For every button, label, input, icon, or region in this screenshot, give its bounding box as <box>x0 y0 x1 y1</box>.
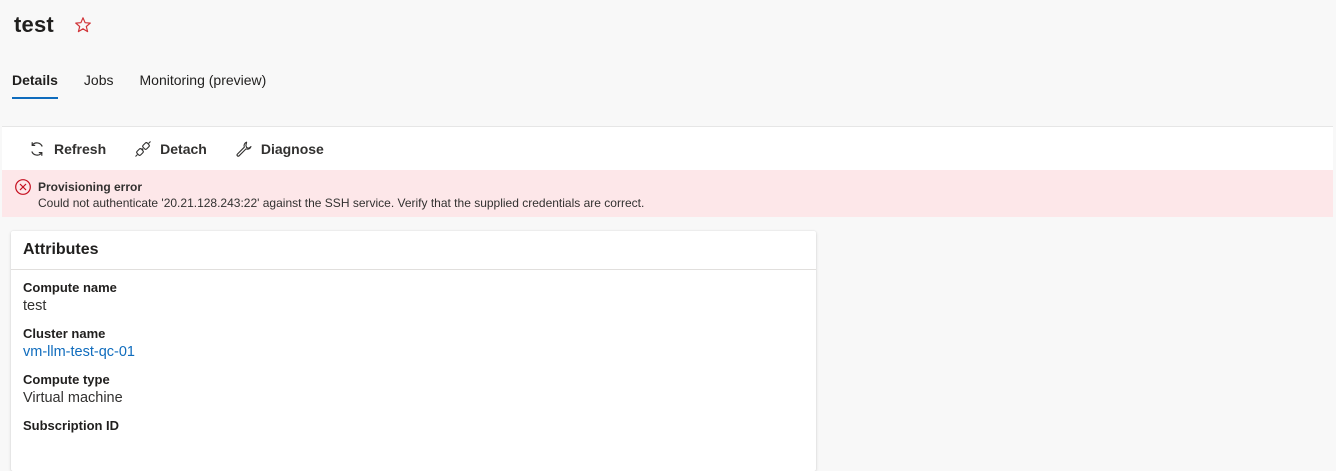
attribute-label: Subscription ID <box>23 418 120 433</box>
tab-details[interactable]: Details <box>12 72 58 99</box>
attributes-header: Attributes <box>11 231 816 270</box>
wrench-icon <box>236 141 252 157</box>
attributes-title: Attributes <box>23 241 99 258</box>
star-icon[interactable] <box>74 16 92 34</box>
diagnose-label: Diagnose <box>260 141 324 157</box>
detach-button[interactable]: Detach <box>134 140 207 158</box>
diagnose-button[interactable]: Diagnose <box>235 140 324 158</box>
error-message: Could not authenticate '20.21.128.243:22… <box>38 196 645 210</box>
attribute-label: Cluster name <box>23 326 106 341</box>
detach-icon <box>135 141 152 157</box>
tab-monitoring[interactable]: Monitoring (preview) <box>140 72 267 98</box>
attributes-card: Attributes Compute name test Cluster nam… <box>11 231 816 471</box>
tab-jobs[interactable]: Jobs <box>84 72 114 98</box>
attribute-value: Virtual machine <box>23 390 123 406</box>
page-header: test <box>14 12 92 38</box>
attribute-compute-type: Compute type Virtual machine <box>11 372 816 408</box>
error-circle-icon <box>15 179 31 195</box>
provisioning-error-banner: Provisioning error Could not authenticat… <box>2 170 1333 217</box>
refresh-icon <box>31 142 43 156</box>
tab-bar: Details Jobs Monitoring (preview) <box>12 72 292 99</box>
error-title: Provisioning error <box>38 180 143 194</box>
attribute-label: Compute type <box>23 372 110 387</box>
attribute-compute-name: Compute name test <box>11 280 816 316</box>
command-toolbar: Refresh Detach Diagnose <box>2 126 1333 171</box>
page-title: test <box>14 12 54 37</box>
attribute-cluster-name: Cluster name vm-llm-test-qc-01 <box>11 326 816 362</box>
attribute-subscription-id: Subscription ID <box>11 418 816 434</box>
cluster-name-link[interactable]: vm-llm-test-qc-01 <box>23 342 816 362</box>
refresh-label: Refresh <box>54 141 107 157</box>
refresh-button[interactable]: Refresh <box>28 140 106 158</box>
attribute-value: test <box>23 298 47 314</box>
attribute-label: Compute name <box>23 280 117 295</box>
detach-label: Detach <box>160 141 207 157</box>
